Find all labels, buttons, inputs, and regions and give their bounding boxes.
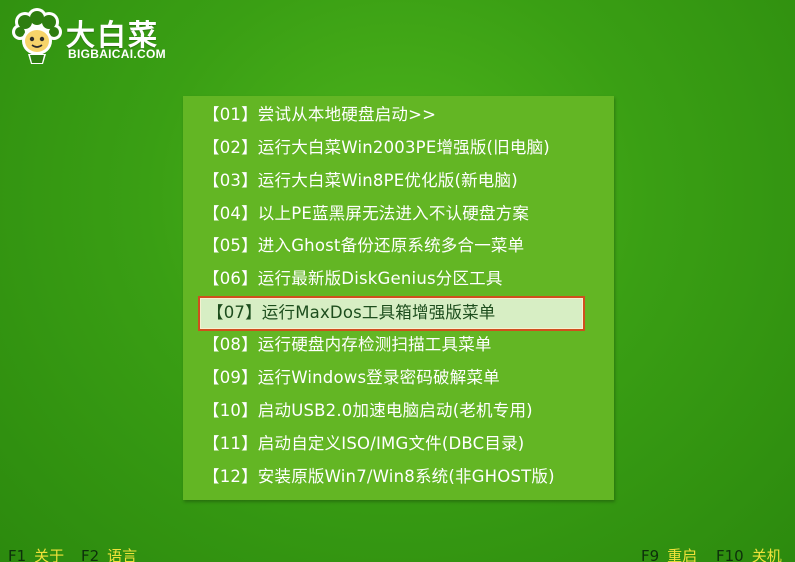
function-key-bar: F1 关于 F2 语言 F9 重启 F10 关机 (0, 546, 795, 562)
menu-item-05[interactable]: 【05】进入Ghost备份还原系统多合一菜单 (203, 231, 524, 260)
menu-item-12[interactable]: 【12】安装原版Win7/Win8系统(非GHOST版) (203, 462, 555, 491)
f1-about-key[interactable]: F1 关于 (8, 548, 64, 562)
menu-item-02[interactable]: 【02】运行大白菜Win2003PE增强版(旧电脑) (203, 133, 550, 162)
f2-language-key[interactable]: F2 语言 (81, 548, 137, 562)
brand-logo: 大白菜 BIGBAICAI.COM (8, 8, 198, 68)
f2-key-label: F2 (81, 547, 100, 562)
menu-item-07-selected[interactable]: 【07】运行MaxDos工具箱增强版菜单 (198, 296, 585, 331)
menu-item-08[interactable]: 【08】运行硬盘内存检测扫描工具菜单 (203, 330, 492, 359)
f2-action-label: 语言 (107, 547, 138, 562)
menu-item-04[interactable]: 【04】以上PE蓝黑屏无法进入不认硬盘方案 (203, 199, 529, 228)
menu-item-01[interactable]: 【01】尝试从本地硬盘启动>> (203, 100, 436, 129)
f9-restart-key[interactable]: F9 重启 (641, 548, 697, 562)
menu-item-10[interactable]: 【10】启动USB2.0加速电脑启动(老机专用) (203, 396, 533, 425)
menu-item-06[interactable]: 【06】运行最新版DiskGenius分区工具 (203, 264, 503, 293)
f10-key-label: F10 (716, 547, 744, 562)
f10-action-label: 关机 (751, 547, 782, 562)
f1-key-label: F1 (8, 547, 27, 562)
f9-key-label: F9 (641, 547, 660, 562)
brand-subtitle: BIGBAICAI.COM (68, 47, 166, 61)
f1-action-label: 关于 (34, 547, 65, 562)
boot-menu-panel: 【01】尝试从本地硬盘启动>> 【02】运行大白菜Win2003PE增强版(旧电… (183, 96, 614, 500)
menu-item-11[interactable]: 【11】启动自定义ISO/IMG文件(DBC目录) (203, 429, 524, 458)
menu-item-09[interactable]: 【09】运行Windows登录密码破解菜单 (203, 363, 500, 392)
menu-item-03[interactable]: 【03】运行大白菜Win8PE优化版(新电脑) (203, 166, 518, 195)
f9-action-label: 重启 (667, 547, 698, 562)
cabbage-mascot-icon (12, 8, 62, 64)
f10-shutdown-key[interactable]: F10 关机 (716, 548, 782, 562)
